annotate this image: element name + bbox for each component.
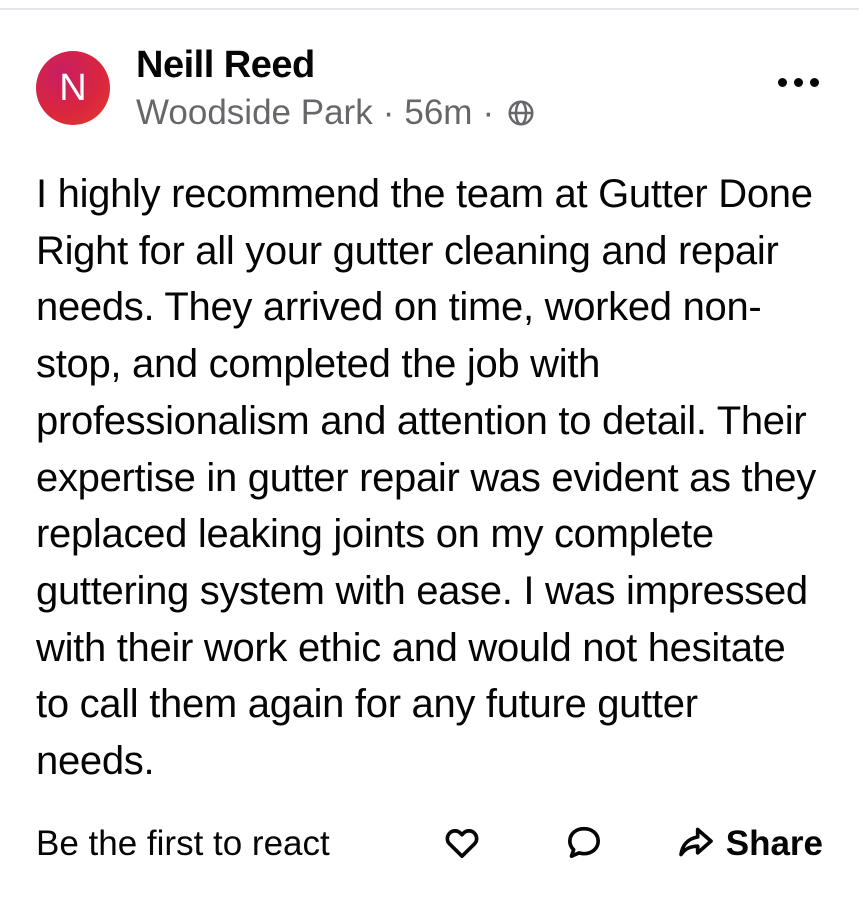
post-subtitle: Woodside Park · 56m · <box>136 90 536 136</box>
more-options-icon[interactable] <box>778 78 819 87</box>
share-arrow-icon <box>676 822 716 867</box>
location-link[interactable]: Woodside Park <box>136 90 373 136</box>
dot <box>794 78 803 87</box>
dot <box>810 78 819 87</box>
globe-icon <box>506 98 536 128</box>
comment-icon <box>564 822 604 867</box>
separator-dot: · <box>382 93 395 132</box>
post-timestamp[interactable]: 56m <box>404 90 472 136</box>
top-divider <box>0 8 859 10</box>
author-meta: Neill Reed Woodside Park · 56m · <box>136 40 536 136</box>
comment-button[interactable] <box>564 822 604 867</box>
dot <box>778 78 787 87</box>
post-footer: Be the first to react Share <box>36 818 823 870</box>
separator-dot: · <box>482 93 495 132</box>
post-header: N Neill Reed Woodside Park · 56m · <box>36 40 536 136</box>
author-name[interactable]: Neill Reed <box>136 40 536 90</box>
avatar[interactable]: N <box>36 51 110 125</box>
share-button[interactable]: Share <box>676 822 823 867</box>
like-button[interactable] <box>442 822 482 867</box>
heart-icon <box>442 822 482 867</box>
share-label: Share <box>725 824 823 863</box>
post-body-text: I highly recommend the team at Gutter Do… <box>36 172 816 784</box>
avatar-initial: N <box>59 66 87 109</box>
post-card: N Neill Reed Woodside Park · 56m · I hig… <box>0 0 859 900</box>
reactions-summary[interactable]: Be the first to react <box>36 824 442 864</box>
